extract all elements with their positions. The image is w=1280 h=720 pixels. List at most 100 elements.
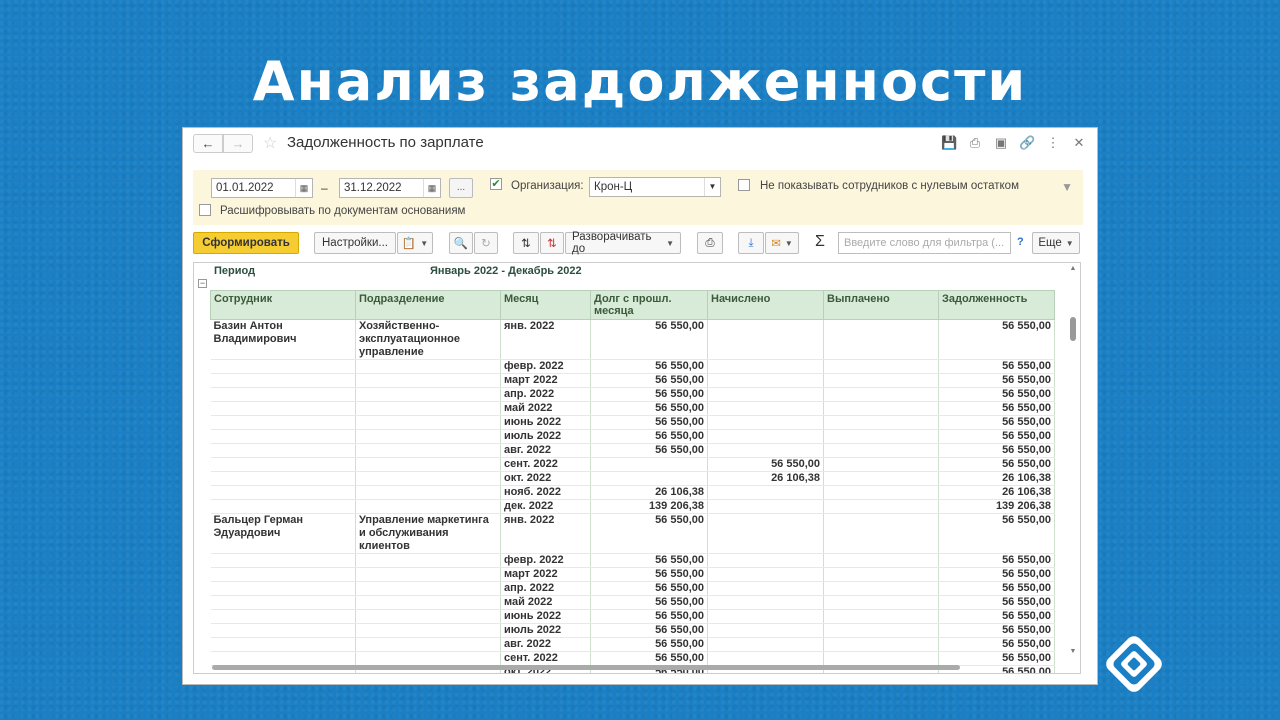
row-accrued[interactable] <box>707 499 824 514</box>
row-prev-debt[interactable] <box>590 457 708 472</box>
settings-button[interactable]: Настройки... <box>314 232 396 254</box>
email-button[interactable]: ✉ ▼ <box>765 232 799 254</box>
row-paid[interactable] <box>823 513 939 554</box>
row-paid[interactable] <box>823 499 939 514</box>
row-month[interactable]: окт. 2022 <box>500 471 591 486</box>
table-row[interactable]: авг. 2022 56 550,00 56 550,00 <box>210 637 1055 652</box>
row-prev-debt[interactable]: 56 550,00 <box>590 443 708 458</box>
row-employee[interactable]: Базин Антон Владимирович <box>210 319 356 360</box>
row-accrued[interactable] <box>707 567 824 582</box>
row-debt[interactable]: 56 550,00 <box>938 319 1055 360</box>
row-accrued[interactable] <box>707 623 824 638</box>
row-month[interactable]: июнь 2022 <box>500 609 591 624</box>
row-employee[interactable] <box>210 485 356 500</box>
row-debt[interactable]: 56 550,00 <box>938 553 1055 568</box>
row-paid[interactable] <box>823 595 939 610</box>
row-paid[interactable] <box>823 567 939 582</box>
scroll-thumb[interactable] <box>1070 317 1076 341</box>
scroll-up-icon[interactable]: ▲ <box>1068 265 1078 272</box>
row-accrued[interactable] <box>707 373 824 388</box>
row-department[interactable]: Хозяйственно-эксплуатационное управление <box>355 319 501 360</box>
col-paid[interactable]: Выплачено <box>823 290 939 320</box>
row-department[interactable] <box>355 499 501 514</box>
row-employee[interactable] <box>210 359 356 374</box>
row-paid[interactable] <box>823 637 939 652</box>
row-debt[interactable]: 56 550,00 <box>938 567 1055 582</box>
row-month[interactable]: сент. 2022 <box>500 457 591 472</box>
row-month[interactable]: янв. 2022 <box>500 513 591 554</box>
row-employee[interactable] <box>210 457 356 472</box>
row-debt[interactable]: 139 206,38 <box>938 499 1055 514</box>
row-month[interactable]: март 2022 <box>500 373 591 388</box>
back-button[interactable]: ← <box>193 134 223 153</box>
row-month[interactable]: янв. 2022 <box>500 319 591 360</box>
row-department[interactable] <box>355 359 501 374</box>
row-department[interactable] <box>355 581 501 596</box>
row-debt[interactable]: 56 550,00 <box>938 387 1055 402</box>
row-paid[interactable] <box>823 387 939 402</box>
table-row[interactable]: февр. 2022 56 550,00 56 550,00 <box>210 553 1055 568</box>
row-month[interactable]: июль 2022 <box>500 429 591 444</box>
download-button[interactable]: ⤓ <box>738 232 764 254</box>
row-employee[interactable] <box>210 567 356 582</box>
row-paid[interactable] <box>823 415 939 430</box>
table-row[interactable]: окт. 2022 26 106,38 26 106,38 <box>210 471 1055 486</box>
row-month[interactable]: февр. 2022 <box>500 359 591 374</box>
vertical-scrollbar[interactable]: ▲ ▼ <box>1068 265 1078 655</box>
row-accrued[interactable]: 56 550,00 <box>707 457 824 472</box>
row-prev-debt[interactable]: 56 550,00 <box>590 609 708 624</box>
table-row[interactable]: март 2022 56 550,00 56 550,00 <box>210 567 1055 582</box>
row-paid[interactable] <box>823 609 939 624</box>
row-month[interactable]: июнь 2022 <box>500 415 591 430</box>
row-accrued[interactable] <box>707 359 824 374</box>
forward-button[interactable]: → <box>223 134 253 153</box>
row-prev-debt[interactable]: 56 550,00 <box>590 319 708 360</box>
col-department[interactable]: Подразделение <box>355 290 501 320</box>
row-debt[interactable]: 56 550,00 <box>938 359 1055 374</box>
filter-icon[interactable]: ▼ <box>1061 180 1073 194</box>
row-employee[interactable] <box>210 553 356 568</box>
row-month[interactable]: апр. 2022 <box>500 581 591 596</box>
table-row[interactable]: июнь 2022 56 550,00 56 550,00 <box>210 415 1055 430</box>
row-debt[interactable]: 56 550,00 <box>938 637 1055 652</box>
calendar-icon[interactable]: ▦ <box>423 179 440 197</box>
calendar-icon[interactable]: ▦ <box>295 179 312 197</box>
row-department[interactable] <box>355 595 501 610</box>
row-debt[interactable]: 56 550,00 <box>938 415 1055 430</box>
row-paid[interactable] <box>823 401 939 416</box>
help-button[interactable]: ? <box>1017 236 1024 248</box>
row-accrued[interactable] <box>707 553 824 568</box>
save-icon[interactable]: 💾 <box>941 135 957 151</box>
row-debt[interactable]: 56 550,00 <box>938 595 1055 610</box>
org-select[interactable]: Крон-Ц ▼ <box>589 177 721 197</box>
row-employee[interactable] <box>210 387 356 402</box>
table-row[interactable]: май 2022 56 550,00 56 550,00 <box>210 595 1055 610</box>
row-prev-debt[interactable]: 56 550,00 <box>590 429 708 444</box>
filter-input[interactable]: Введите слово для фильтра (... <box>838 232 1011 254</box>
row-paid[interactable] <box>823 429 939 444</box>
row-prev-debt[interactable] <box>590 471 708 486</box>
row-employee[interactable] <box>210 637 356 652</box>
row-prev-debt[interactable]: 56 550,00 <box>590 359 708 374</box>
search-reset-button[interactable]: ↻ <box>474 232 498 254</box>
row-employee[interactable] <box>210 443 356 458</box>
row-paid[interactable] <box>823 457 939 472</box>
row-prev-debt[interactable]: 56 550,00 <box>590 401 708 416</box>
row-prev-debt[interactable]: 26 106,38 <box>590 485 708 500</box>
row-accrued[interactable] <box>707 443 824 458</box>
row-paid[interactable] <box>823 581 939 596</box>
row-prev-debt[interactable]: 56 550,00 <box>590 595 708 610</box>
table-row[interactable]: апр. 2022 56 550,00 56 550,00 <box>210 387 1055 402</box>
table-row[interactable]: июль 2022 56 550,00 56 550,00 <box>210 429 1055 444</box>
row-employee[interactable] <box>210 429 356 444</box>
row-debt[interactable]: 56 550,00 <box>938 513 1055 554</box>
table-row[interactable]: сент. 2022 56 550,00 56 550,00 <box>210 457 1055 472</box>
table-row[interactable]: Бальцер Герман Эдуардович Управление марк… <box>210 513 1055 554</box>
row-month[interactable]: июль 2022 <box>500 623 591 638</box>
row-accrued[interactable]: 26 106,38 <box>707 471 824 486</box>
row-month[interactable]: май 2022 <box>500 595 591 610</box>
col-month[interactable]: Месяц <box>500 290 591 320</box>
period-select-button[interactable]: ... <box>449 178 473 198</box>
row-debt[interactable]: 56 550,00 <box>938 373 1055 388</box>
row-department[interactable] <box>355 387 501 402</box>
